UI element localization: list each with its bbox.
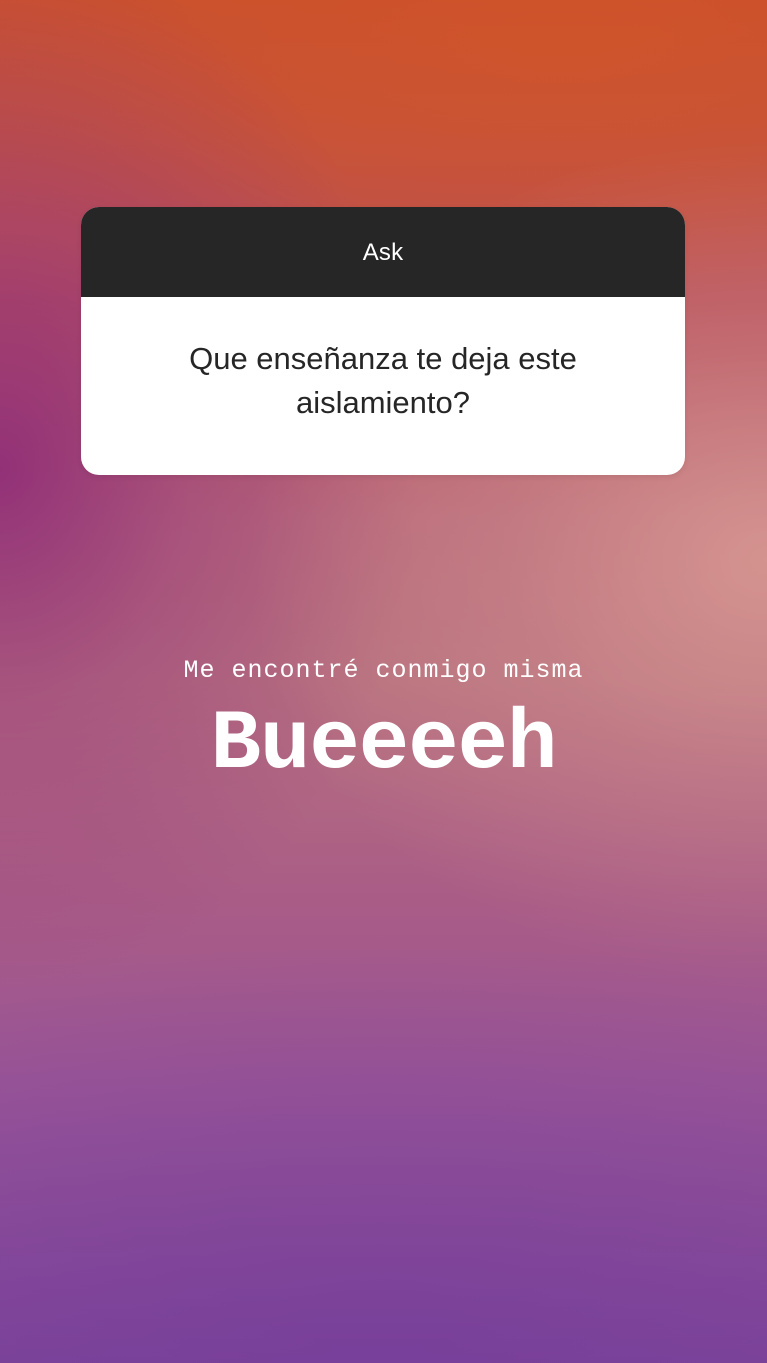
question-sticker[interactable]: Ask Que enseñanza te deja este aislamien…	[81, 207, 685, 475]
question-sticker-header: Ask	[81, 207, 685, 297]
question-sticker-title: Ask	[362, 239, 404, 266]
answer-text-small: Me encontré conmigo misma	[183, 656, 584, 685]
answer-text-large: Bueeeeh	[210, 698, 558, 793]
question-sticker-body: Que enseñanza te deja este aislamiento?	[81, 297, 685, 475]
question-text: Que enseñanza te deja este aislamiento?	[189, 341, 577, 420]
